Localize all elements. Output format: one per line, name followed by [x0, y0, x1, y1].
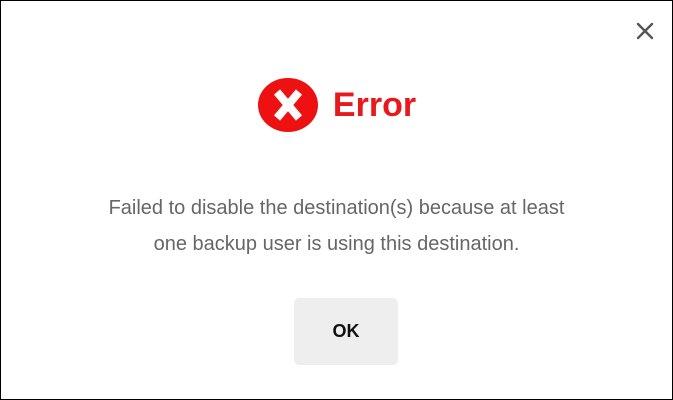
dialog-title: Error [332, 86, 417, 124]
close-icon [636, 22, 654, 40]
error-message-line: one backup user is using this destinatio… [153, 233, 520, 255]
error-dialog: Error Failed to disable the destination(… [0, 0, 673, 400]
error-message: Failed to disable the destination(s) bec… [1, 190, 672, 262]
dialog-header: Error [1, 77, 672, 133]
error-message-line: Failed to disable the destination(s) bec… [108, 197, 565, 219]
close-button[interactable] [632, 18, 658, 44]
ok-button[interactable]: OK [294, 298, 398, 365]
error-x-icon [257, 78, 318, 132]
